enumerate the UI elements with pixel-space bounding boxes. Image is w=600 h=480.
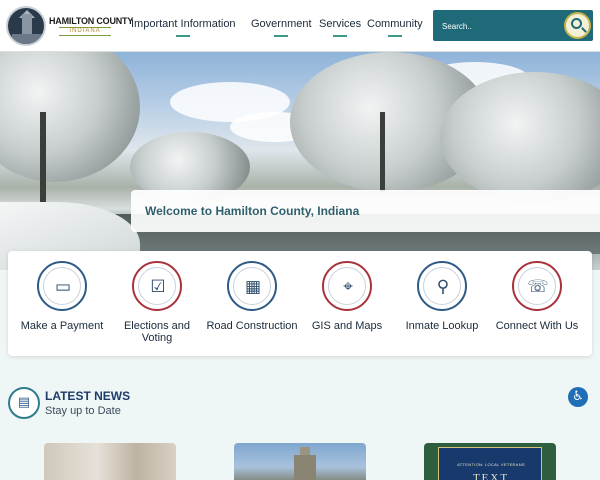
nav-government[interactable]: Government <box>251 18 312 37</box>
nav-underline <box>274 35 289 37</box>
courthouse-building <box>294 455 316 480</box>
search-button[interactable] <box>564 12 591 39</box>
quick-link-icon-inner: ⚲ <box>423 267 461 305</box>
news-card-image-1[interactable] <box>44 443 176 480</box>
nav-community[interactable]: Community <box>367 18 423 37</box>
map-pin-icon: ⌖ <box>343 277 353 297</box>
nav-label: Services <box>319 18 362 30</box>
brand-name: HAMILTON COUNTY <box>49 16 134 26</box>
quick-link-make-a-payment[interactable]: ▭ Make a Payment <box>14 259 110 332</box>
phone-chat-icon: ☏ <box>527 277 549 297</box>
quick-link-label: Connect With Us <box>495 320 579 332</box>
quick-link-connect-with-us[interactable]: ☏ Connect With Us <box>489 259 585 332</box>
nav-underline <box>387 35 402 37</box>
quick-link-icon-ring: ⚲ <box>417 261 467 311</box>
nav-label: Community <box>367 18 423 30</box>
search-icon <box>571 18 582 29</box>
hero-trunk <box>40 112 46 212</box>
quick-link-label: Elections and Voting <box>123 320 191 344</box>
county-seal-logo[interactable] <box>6 6 46 46</box>
quick-link-icon-ring: ▭ <box>37 261 87 311</box>
hero-tree <box>0 52 140 182</box>
site-header: HAMILTON COUNTY INDIANA Important Inform… <box>0 0 600 52</box>
quick-link-label: Road Construction <box>206 320 298 332</box>
quick-link-icon-ring: ⌖ <box>322 261 372 311</box>
ballot-icon: ☑ <box>150 277 166 297</box>
search-icon-handle <box>581 27 587 33</box>
nav-label: Important Information <box>131 18 236 30</box>
quick-link-inmate-lookup[interactable]: ⚲ Inmate Lookup <box>394 259 490 332</box>
news-icon: ▤ <box>8 387 40 419</box>
logo-base <box>12 34 42 44</box>
quick-link-icon-ring: ☑ <box>132 261 182 311</box>
quick-link-gis-and-maps[interactable]: ⌖ GIS and Maps <box>299 259 395 332</box>
search-input[interactable] <box>442 19 562 33</box>
quick-link-label: Inmate Lookup <box>405 320 479 332</box>
nav-label: Government <box>251 18 312 30</box>
welcome-banner: Welcome to Hamilton County, Indiana <box>131 190 600 232</box>
magnifier-icon: ⚲ <box>436 277 450 297</box>
payment-card-icon: ▭ <box>54 277 72 297</box>
nav-underline <box>333 35 348 37</box>
brand-wordmark[interactable]: HAMILTON COUNTY INDIANA <box>49 16 134 36</box>
news-section-title: LATEST NEWS <box>45 389 131 403</box>
quick-link-label: GIS and Maps <box>311 320 383 332</box>
quick-links-panel: ▭ Make a Payment ☑ Elections and Voting … <box>8 251 592 356</box>
poster-line-1: ATTENTION: LOCAL VETERANS <box>457 462 525 467</box>
quick-link-icon-inner: ▦ <box>233 267 271 305</box>
quick-link-icon-ring: ☏ <box>512 261 562 311</box>
brand-state: INDIANA <box>59 27 111 36</box>
search-bar <box>433 10 593 41</box>
quick-link-icon-ring: ▦ <box>227 261 277 311</box>
newspaper-icon: ▤ <box>17 395 31 410</box>
nav-services[interactable]: Services <box>319 18 362 37</box>
veterans-poster: ATTENTION: LOCAL VETERANS TEXT <box>438 447 542 480</box>
quick-link-icon-inner: ⌖ <box>328 267 366 305</box>
quick-link-icon-inner: ☑ <box>138 267 176 305</box>
news-section-subtitle: Stay up to Date <box>45 405 121 417</box>
nav-important-information[interactable]: Important Information <box>131 18 236 37</box>
quick-link-label: Make a Payment <box>20 320 104 332</box>
welcome-text: Welcome to Hamilton County, Indiana <box>145 204 360 218</box>
poster-line-2: TEXT <box>472 472 510 480</box>
hero-trunk <box>380 112 385 192</box>
news-card-image-3[interactable]: ATTENTION: LOCAL VETERANS TEXT <box>424 443 556 480</box>
quick-link-elections-and-voting[interactable]: ☑ Elections and Voting <box>109 259 205 344</box>
quick-link-icon-inner: ▭ <box>43 267 81 305</box>
road-barrier-icon: ▦ <box>244 277 262 297</box>
quick-link-road-construction[interactable]: ▦ Road Construction <box>204 259 300 332</box>
accessibility-icon[interactable]: ♿ <box>568 387 588 407</box>
quick-link-icon-inner: ☏ <box>518 267 556 305</box>
news-card-image-2[interactable] <box>234 443 366 480</box>
hero-banner: Welcome to Hamilton County, Indiana <box>0 52 600 270</box>
nav-underline <box>176 35 191 37</box>
